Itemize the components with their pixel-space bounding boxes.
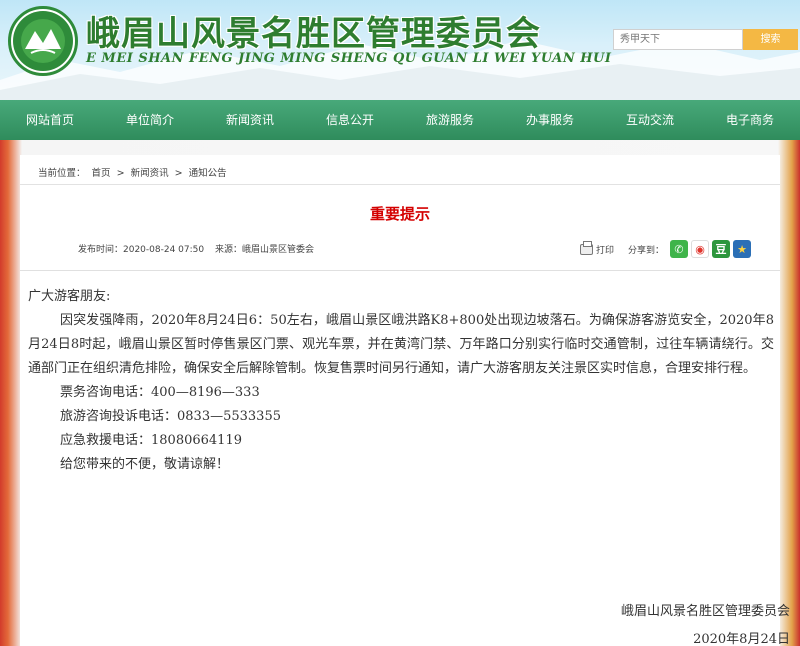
article-source: 来源：峨眉山景区管委会 [214,245,314,255]
site-title: 峨眉山风景名胜区管理委员会 [86,14,541,54]
greeting: 广大游客朋友: [28,289,111,304]
favorite-icon[interactable]: ★ [733,240,752,258]
rescue-hotline: 应急救援电话：18080664119 [60,433,242,448]
nav-item-commerce[interactable]: 电子商务 [700,100,800,140]
share-label: 分享到： [628,245,665,256]
logo-ring-icon [13,11,73,71]
complaint-hotline: 旅游咨询投诉电话：0833—5533355 [60,409,281,424]
breadcrumb-news[interactable]: 新闻资讯 [131,168,169,179]
breadcrumb-separator: > [174,168,183,179]
nav-item-news[interactable]: 新闻资讯 [200,100,300,140]
nav-item-services[interactable]: 办事服务 [500,100,600,140]
article-body: 广大游客朋友: 因突发强降雨，2020年8月24日6：50左右，峨眉山景区峨洪路… [28,285,780,477]
article-paragraph: 因突发强降雨，2020年8月24日6：50左右，峨眉山景区峨洪路K8+800处出… [28,313,774,376]
douban-icon[interactable]: 豆 [712,240,731,258]
print-link[interactable]: 打印 [596,243,614,256]
nav-item-info[interactable]: 信息公开 [300,100,400,140]
main-nav: 网站首页 单位简介 新闻资讯 信息公开 旅游服务 办事服务 互动交流 电子商务 [0,100,800,140]
divider [20,270,780,271]
wechat-icon[interactable]: ✆ [670,240,689,258]
signature: 峨眉山风景名胜区管理委员会 [620,604,790,619]
publish-time: 发布时间：2020-08-24 07:50 [78,245,205,255]
nav-item-about[interactable]: 单位简介 [100,100,200,140]
search-button[interactable]: 搜索 [743,29,798,50]
breadcrumb-home[interactable]: 首页 [92,168,111,179]
search-input[interactable] [613,29,743,50]
site-subtitle: E MEI SHAN FENG JING MING SHENG QU GUAN … [86,51,612,66]
article-meta: 发布时间：2020-08-24 07:50 来源：峨眉山景区管委会 [78,242,322,255]
nav-item-travel[interactable]: 旅游服务 [400,100,500,140]
breadcrumb-separator: > [116,168,125,179]
ticket-hotline: 票务咨询电话：400—8196—333 [60,385,260,400]
breadcrumb-notices[interactable]: 通知公告 [189,168,227,179]
breadcrumb-label: 当前位置： [38,168,86,179]
breadcrumb: 当前位置： 首页 > 新闻资讯 > 通知公告 [20,163,780,185]
weibo-icon[interactable]: ◉ [691,240,710,258]
site-header: 峨眉山风景名胜区管理委员会 E MEI SHAN FENG JING MING … [0,0,800,100]
nav-item-interact[interactable]: 互动交流 [600,100,700,140]
site-logo[interactable] [8,6,78,76]
article-tools: 打印 分享到： ✆ ◉ 豆 ★ [580,240,752,258]
print-icon[interactable] [580,240,593,255]
signature-date: 2020年8月24日 [693,632,790,646]
nav-item-home[interactable]: 网站首页 [0,100,100,140]
article-title: 重要提示 [369,205,430,223]
apology: 给您带来的不便，敬请谅解！ [60,457,230,472]
